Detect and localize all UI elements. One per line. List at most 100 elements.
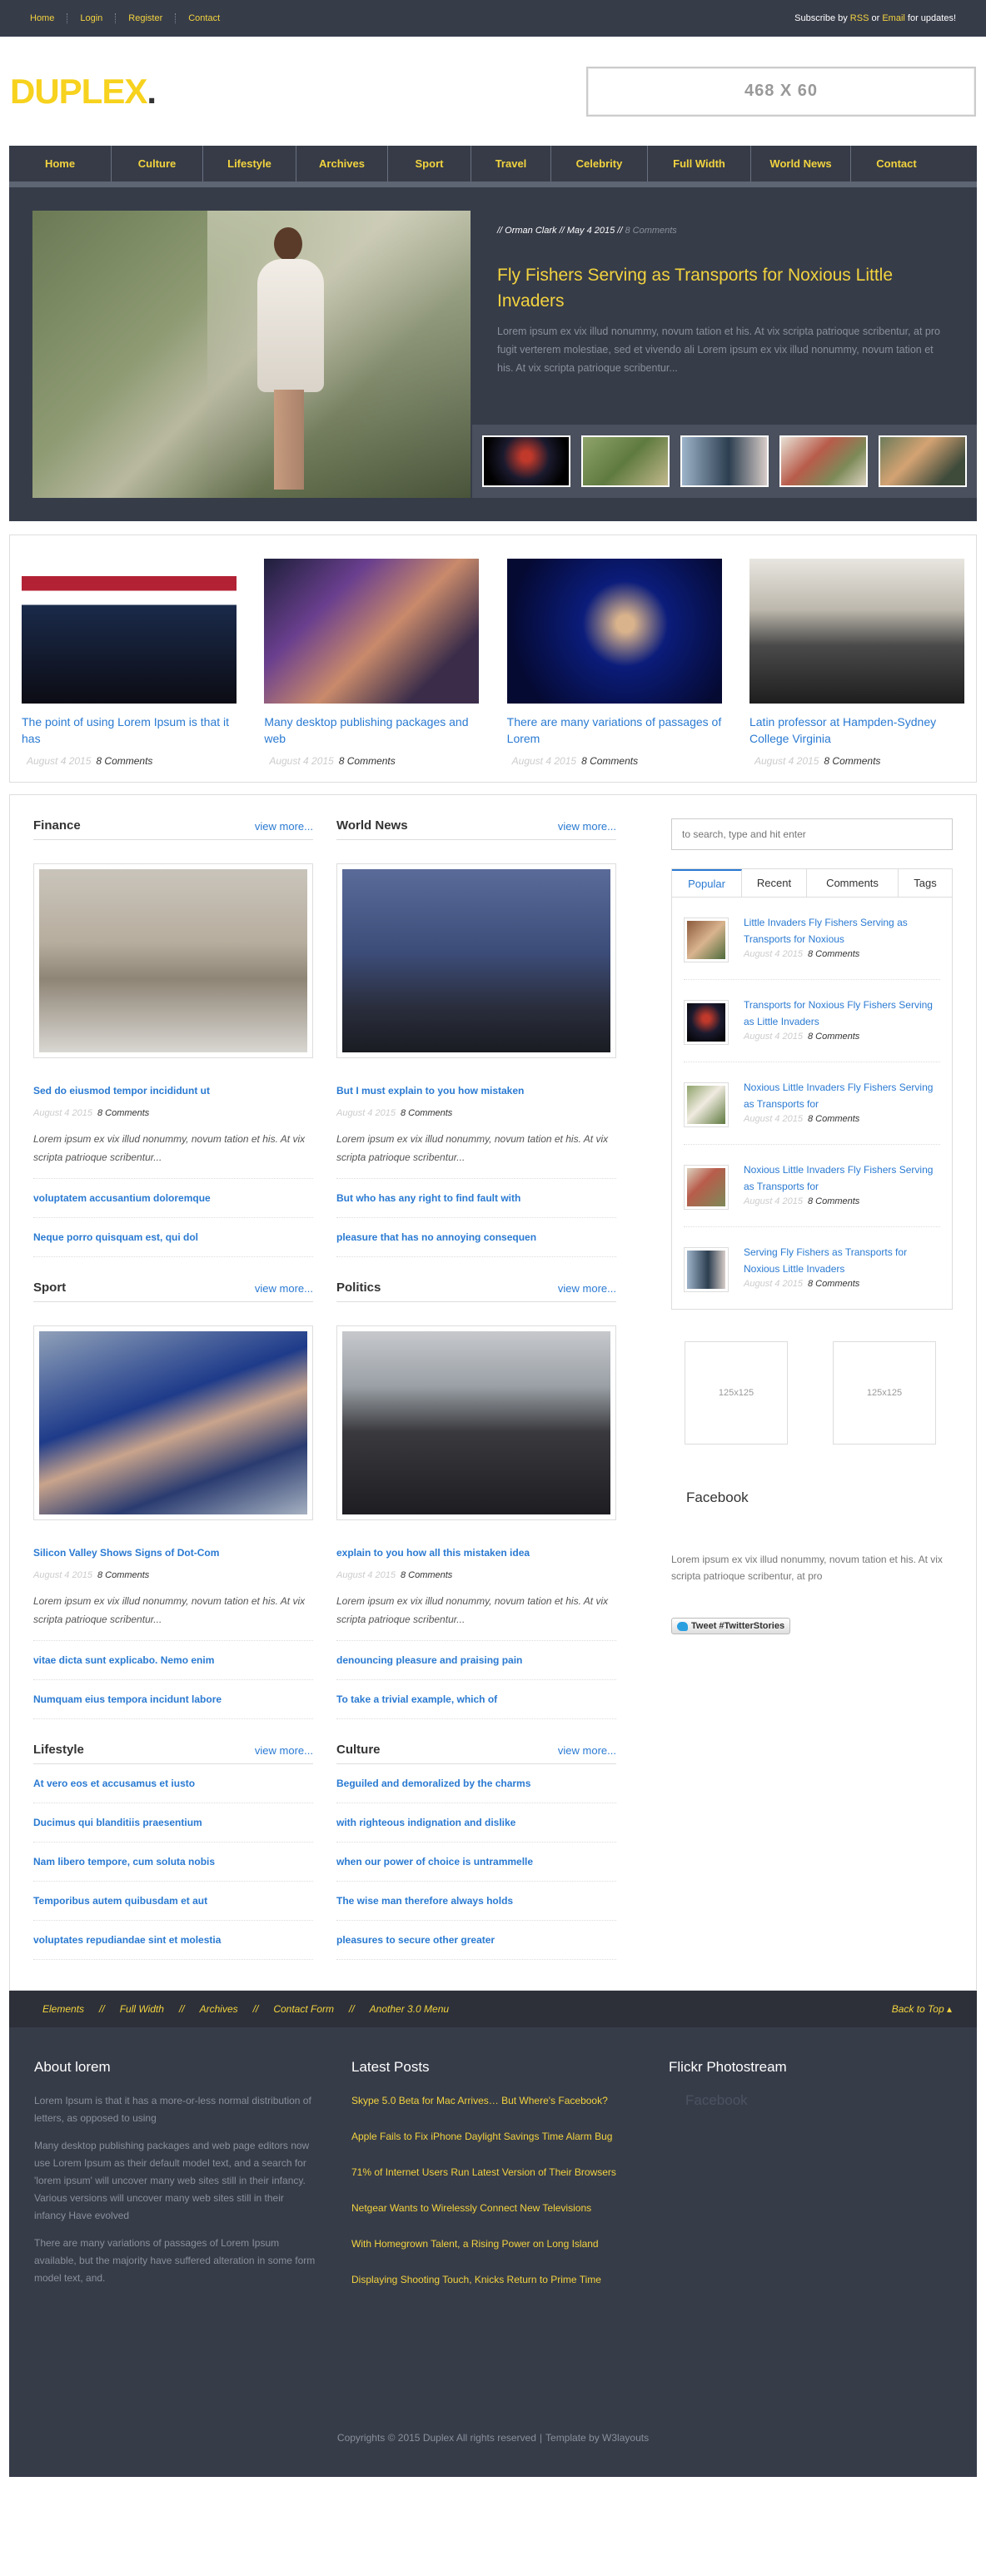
top-link-contact[interactable]: Contact (175, 13, 232, 23)
latest-post-link[interactable]: Apple Fails to Fix iPhone Daylight Savin… (351, 2128, 635, 2146)
post-comments[interactable]: 8 Comments (401, 1108, 452, 1118)
category-image[interactable] (33, 1325, 313, 1520)
rss-link[interactable]: RSS (850, 13, 869, 23)
email-link[interactable]: Email (882, 13, 905, 23)
category-link[interactable]: At vero eos et accusamus et iusto (33, 1764, 313, 1803)
banner-ad[interactable]: 468 X 60 (586, 66, 976, 117)
footer-link-full-width[interactable]: Full Width (120, 2003, 164, 2015)
category-link[interactable]: pleasure that has no annoying consequen (336, 1218, 616, 1257)
top-link-register[interactable]: Register (115, 13, 175, 23)
footer-link-archives[interactable]: Archives (200, 2003, 238, 2015)
category-link[interactable]: pleasures to secure other greater (336, 1921, 616, 1960)
featured-comments[interactable]: 8 Comments (824, 755, 880, 767)
category-link[interactable]: with righteous indignation and dislike (336, 1803, 616, 1842)
post-comments[interactable]: 8 Comments (97, 1570, 149, 1580)
nav-archives[interactable]: Archives (296, 146, 388, 182)
category-lead-link[interactable]: Silicon Valley Shows Signs of Dot-Com (33, 1547, 313, 1559)
category-link[interactable]: voluptatem accusantium doloremque (33, 1179, 313, 1218)
category-link[interactable]: Temporibus autem quibusdam et aut (33, 1882, 313, 1921)
featured-image[interactable] (506, 559, 722, 704)
category-image[interactable] (336, 863, 616, 1058)
slider-thumb[interactable] (878, 435, 967, 487)
view-more-link[interactable]: view more... (558, 1282, 616, 1295)
featured-comments[interactable]: 8 Comments (339, 755, 396, 767)
popular-thumb[interactable] (684, 1000, 729, 1045)
category-lead-link[interactable]: But I must explain to you how mistaken (336, 1085, 616, 1097)
nav-sport[interactable]: Sport (388, 146, 471, 182)
footer-link-menu[interactable]: Another 3.0 Menu (370, 2003, 449, 2015)
slider-thumb[interactable] (680, 435, 769, 487)
popular-title[interactable]: Noxious Little Invaders Fly Fishers Serv… (744, 1161, 940, 1195)
featured-image[interactable] (22, 559, 237, 704)
category-lead-link[interactable]: explain to you how all this mistaken ide… (336, 1547, 616, 1559)
popular-title[interactable]: Little Invaders Fly Fishers Serving as T… (744, 914, 940, 947)
latest-post-link[interactable]: 71% of Internet Users Run Latest Version… (351, 2164, 635, 2181)
latest-post-link[interactable]: Skype 5.0 Beta for Mac Arrives… But Wher… (351, 2092, 635, 2110)
category-link[interactable]: The wise man therefore always holds (336, 1882, 616, 1921)
featured-title[interactable]: There are many variations of passages of… (507, 714, 722, 748)
top-link-home[interactable]: Home (25, 13, 67, 23)
hero-comments[interactable]: 8 Comments (625, 226, 676, 236)
category-image[interactable] (336, 1325, 616, 1520)
popular-thumb[interactable] (684, 918, 729, 962)
view-more-link[interactable]: view more... (255, 1744, 313, 1757)
nav-culture[interactable]: Culture (112, 146, 203, 182)
popular-thumb[interactable] (684, 1082, 729, 1127)
post-comments[interactable]: 8 Comments (401, 1570, 452, 1580)
view-more-link[interactable]: view more... (558, 1744, 616, 1757)
category-link[interactable]: Neque porro quisquam est, qui dol (33, 1218, 313, 1257)
slider-thumb[interactable] (779, 435, 868, 487)
slider-thumb[interactable] (581, 435, 670, 487)
popular-thumb[interactable] (684, 1247, 729, 1292)
view-more-link[interactable]: view more... (558, 820, 616, 833)
footer-link-contact-form[interactable]: Contact Form (273, 2003, 334, 2015)
popular-title[interactable]: Noxious Little Invaders Fly Fishers Serv… (744, 1079, 940, 1112)
ad-125[interactable]: 125x125 (833, 1341, 936, 1445)
category-link[interactable]: To take a trivial example, which of (336, 1680, 616, 1719)
nav-full-width[interactable]: Full Width (648, 146, 751, 182)
category-image[interactable] (33, 863, 313, 1058)
tweet-button[interactable]: Tweet #TwitterStories (671, 1618, 791, 1634)
back-to-top-link[interactable]: Back to Top ▴ (892, 2003, 952, 2015)
hero-title[interactable]: Fly Fishers Serving as Transports for No… (497, 262, 947, 314)
latest-post-link[interactable]: With Homegrown Talent, a Rising Power on… (351, 2235, 635, 2253)
category-link[interactable]: when our power of choice is untrammelle (336, 1842, 616, 1882)
nav-home[interactable]: Home (9, 146, 112, 182)
category-link[interactable]: denouncing pleasure and praising pain (336, 1641, 616, 1680)
category-link[interactable]: Nam libero tempore, cum soluta nobis (33, 1842, 313, 1882)
featured-comments[interactable]: 8 Comments (581, 755, 638, 767)
nav-celebrity[interactable]: Celebrity (551, 146, 648, 182)
category-link[interactable]: Numquam eius tempora incidunt labore (33, 1680, 313, 1719)
featured-title[interactable]: The point of using Lorem Ipsum is that i… (22, 714, 237, 748)
featured-image[interactable] (749, 559, 964, 704)
category-link[interactable]: But who has any right to find fault with (336, 1179, 616, 1218)
ad-125[interactable]: 125x125 (685, 1341, 788, 1445)
category-lead-link[interactable]: Sed do eiusmod tempor incididunt ut (33, 1085, 313, 1097)
search-input[interactable] (671, 818, 953, 850)
post-comments[interactable]: 8 Comments (97, 1108, 149, 1118)
tab-recent[interactable]: Recent (742, 869, 807, 897)
category-link[interactable]: Ducimus qui blanditiis praesentium (33, 1803, 313, 1842)
tab-popular[interactable]: Popular (672, 869, 742, 897)
site-logo[interactable]: DUPLEX. (10, 72, 157, 112)
nav-lifestyle[interactable]: Lifestyle (203, 146, 296, 182)
view-more-link[interactable]: view more... (255, 820, 313, 833)
nav-travel[interactable]: Travel (471, 146, 551, 182)
nav-world-news[interactable]: World News (751, 146, 851, 182)
footer-link-elements[interactable]: Elements (42, 2003, 84, 2015)
slider-thumb[interactable] (482, 435, 571, 487)
featured-image[interactable] (264, 559, 480, 704)
template-credit-link[interactable]: Template by W3layouts (545, 2432, 649, 2444)
tab-comments[interactable]: Comments (807, 869, 899, 897)
hero-image[interactable] (32, 211, 471, 498)
category-link[interactable]: vitae dicta sunt explicabo. Nemo enim (33, 1641, 313, 1680)
view-more-link[interactable]: view more... (255, 1282, 313, 1295)
popular-thumb[interactable] (684, 1165, 729, 1210)
top-link-login[interactable]: Login (67, 13, 115, 23)
popular-title[interactable]: Serving Fly Fishers as Transports for No… (744, 1244, 940, 1277)
latest-post-link[interactable]: Displaying Shooting Touch, Knicks Return… (351, 2271, 635, 2289)
tab-tags[interactable]: Tags (899, 869, 952, 897)
category-link[interactable]: voluptates repudiandae sint et molestia (33, 1921, 313, 1960)
latest-post-link[interactable]: Netgear Wants to Wirelessly Connect New … (351, 2200, 635, 2217)
popular-title[interactable]: Transports for Noxious Fly Fishers Servi… (744, 997, 940, 1030)
